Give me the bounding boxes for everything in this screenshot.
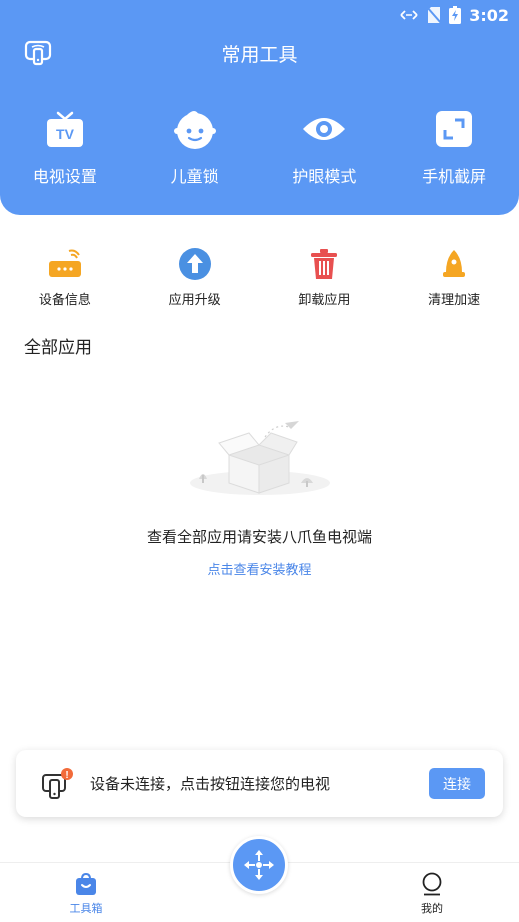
profile-icon — [419, 871, 445, 897]
tool-label: 应用升级 — [168, 293, 221, 308]
tool-device-info[interactable]: 设备信息 — [0, 246, 130, 308]
tool-child-lock[interactable]: 儿童锁 — [130, 106, 260, 187]
screenshot-icon — [431, 106, 477, 152]
install-tutorial-link[interactable]: 点击查看安装教程 — [0, 559, 519, 578]
bell-rocket-icon — [434, 246, 474, 282]
tool-app-upgrade[interactable]: 应用升级 — [130, 246, 260, 308]
tool-clean-speedup[interactable]: 清理加速 — [389, 246, 519, 308]
tool-tv-settings[interactable]: TV 电视设置 — [0, 106, 130, 187]
tool-label: 卸载应用 — [298, 293, 351, 308]
status-bar: 3:02 — [399, 4, 509, 26]
disconnected-device-icon: ! — [42, 768, 73, 799]
child-face-icon — [172, 106, 218, 152]
tool-label: 电视设置 — [32, 167, 97, 186]
header-panel: 3:02 常用工具 TV 电视设置 儿童锁 护眼模式 手机截屏 — [0, 0, 519, 215]
connect-button[interactable]: 连接 — [429, 768, 485, 799]
data-transfer-icon — [400, 10, 418, 20]
all-apps-title: 全部应用 — [24, 338, 92, 358]
connection-status-text: 设备未连接，点击按钮连接您的电视 — [90, 775, 331, 793]
remote-control-button[interactable] — [230, 836, 288, 894]
tab-label: 工具箱 — [69, 902, 103, 915]
empty-box-illustration — [190, 421, 330, 495]
tool-label: 设备信息 — [38, 293, 91, 308]
tab-mine[interactable]: 我的 — [402, 871, 462, 916]
svg-text:TV: TV — [56, 126, 75, 142]
router-icon — [45, 246, 85, 282]
toolbox-bag-icon — [73, 871, 99, 897]
eye-icon — [301, 106, 347, 152]
tv-icon: TV — [42, 106, 88, 152]
battery-charging-icon — [449, 6, 462, 24]
upgrade-arrow-icon — [175, 246, 215, 282]
no-sim-icon — [427, 6, 442, 24]
tool-label: 清理加速 — [428, 293, 481, 308]
alert-badge: ! — [65, 770, 68, 781]
remote-dpad-icon — [244, 850, 274, 880]
tool-label: 护眼模式 — [292, 167, 357, 186]
tool-label: 儿童锁 — [170, 167, 219, 186]
connection-card: ! 设备未连接，点击按钮连接您的电视 连接 — [16, 750, 503, 817]
trash-icon — [304, 246, 344, 282]
status-time: 3:02 — [469, 5, 509, 25]
tool-uninstall-app[interactable]: 卸载应用 — [260, 246, 390, 308]
empty-state-message: 查看全部应用请安装八爪鱼电视端 — [146, 528, 372, 546]
tab-label: 我的 — [421, 902, 443, 915]
tool-screenshot[interactable]: 手机截屏 — [389, 106, 519, 187]
tool-label: 手机截屏 — [422, 167, 487, 186]
page-title: 常用工具 — [221, 44, 298, 66]
tab-toolbox[interactable]: 工具箱 — [56, 871, 116, 916]
secondary-tools-row: 设备信息 应用升级 卸载应用 清理加速 — [0, 246, 519, 308]
tool-eye-care[interactable]: 护眼模式 — [260, 106, 390, 187]
main-tools-row: TV 电视设置 儿童锁 护眼模式 手机截屏 — [0, 106, 519, 187]
